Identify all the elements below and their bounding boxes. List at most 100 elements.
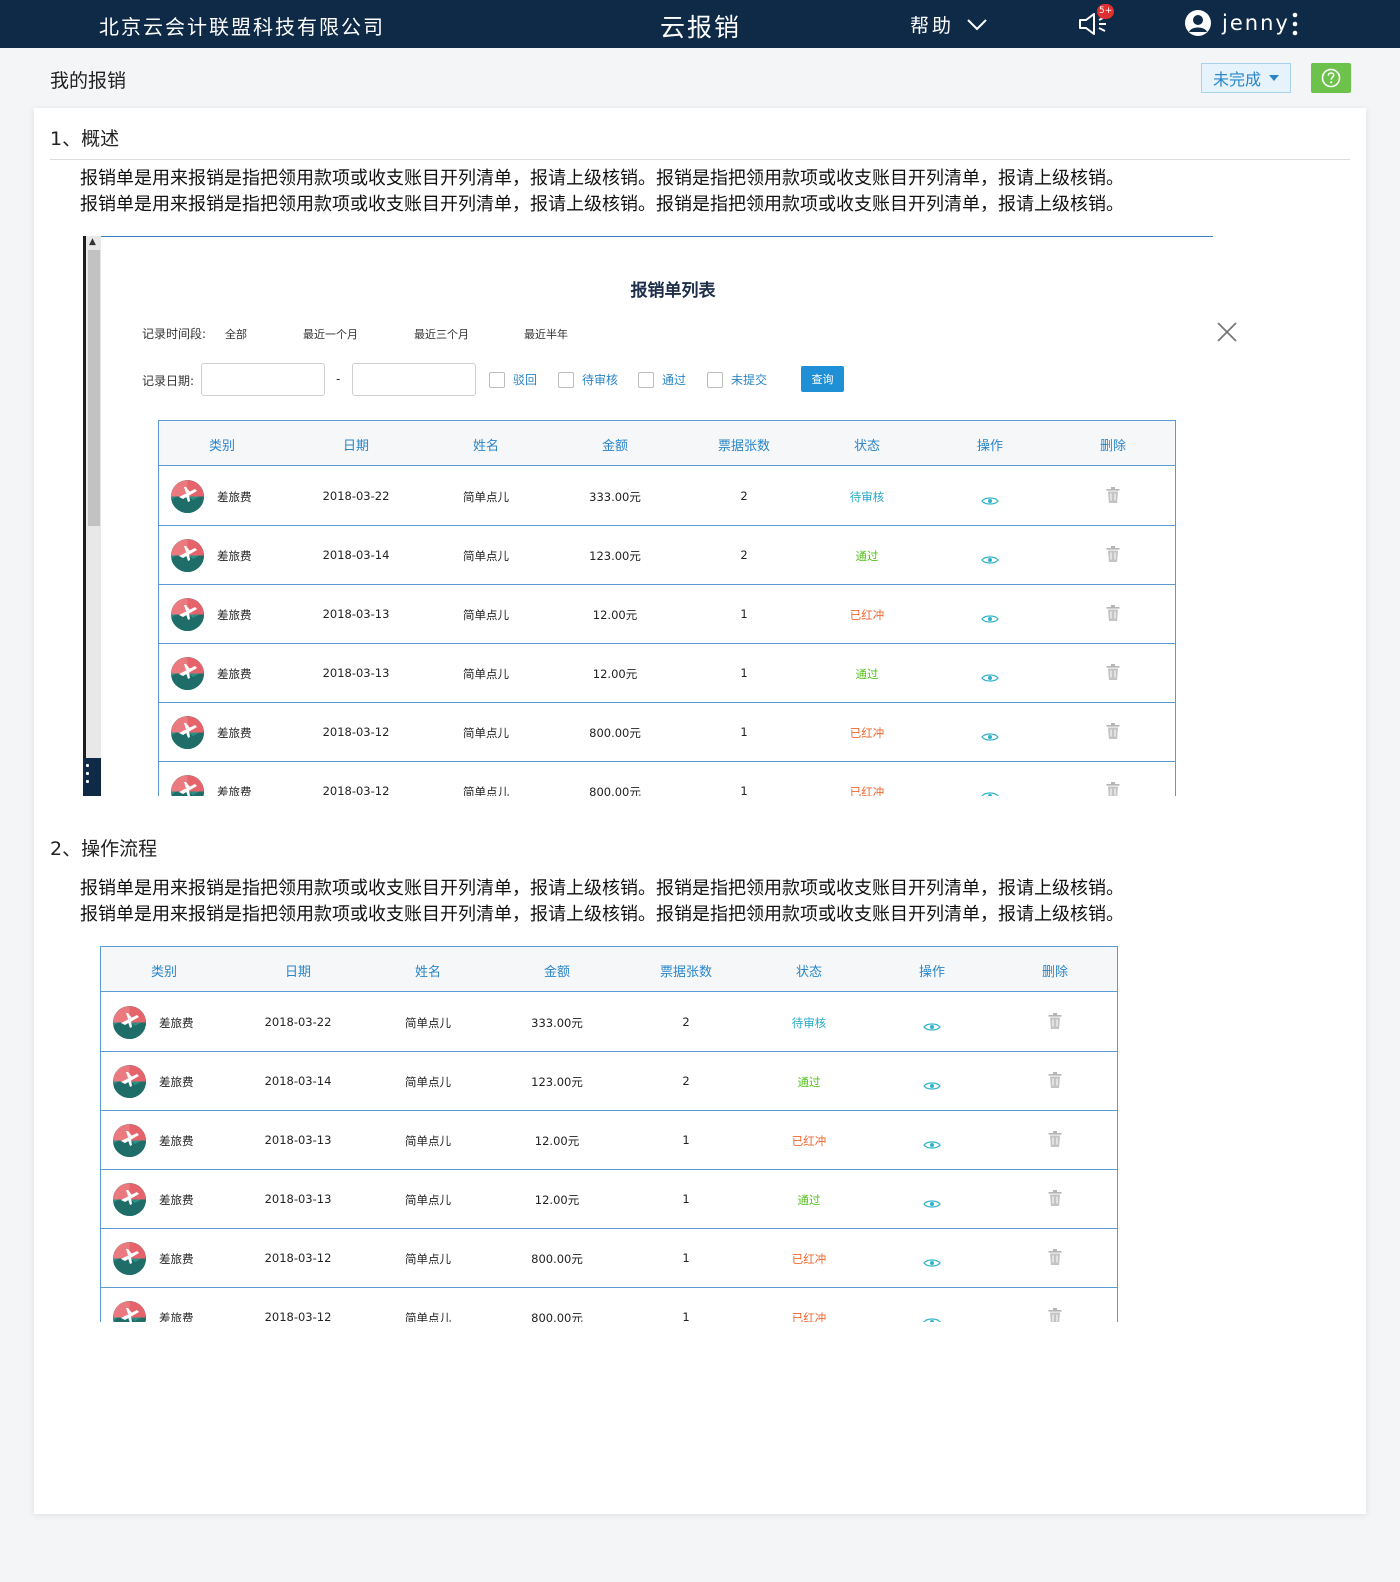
cell-status: 已红冲: [791, 1311, 827, 1322]
cell-date: 2018-03-13: [264, 1192, 332, 1206]
column-header: 删除: [1041, 965, 1069, 980]
delete-trash-icon[interactable]: [1106, 664, 1120, 680]
query-button[interactable]: 查询: [801, 366, 844, 392]
range-3months[interactable]: 最近三个月: [414, 326, 469, 342]
cell-date: 2018-03-22: [322, 489, 390, 503]
cell-count: 2: [682, 1074, 690, 1088]
cell-name: 简单点儿: [405, 1252, 451, 1266]
cell-date: 2018-03-13: [322, 666, 390, 680]
table-row[interactable]: 差旅费 2018-03-12 简单点儿 800.00元 1 已红冲: [101, 1288, 1117, 1322]
paragraph-line: 报销单是用来报销是指把领用款项或收支账目开列清单，报请上级核销。报销是指把领用款…: [80, 878, 1124, 899]
delete-trash-icon[interactable]: [1106, 487, 1120, 503]
cell-status: 已红冲: [849, 726, 885, 740]
table-row[interactable]: 差旅费 2018-03-13 简单点儿 12.00元 1 通过: [101, 1170, 1117, 1229]
delete-trash-icon[interactable]: [1106, 546, 1120, 562]
cell-category: 差旅费: [217, 549, 252, 563]
delete-trash-icon[interactable]: [1106, 605, 1120, 621]
checkbox-rejected[interactable]: 驳回: [489, 371, 537, 388]
travel-icon: [113, 1006, 146, 1039]
checkbox-box[interactable]: [489, 371, 505, 388]
close-icon[interactable]: [1216, 321, 1238, 343]
start-date-input[interactable]: [201, 363, 325, 396]
delete-trash-icon[interactable]: [1048, 1190, 1062, 1206]
list-title: 报销单列表: [630, 281, 716, 301]
delete-trash-icon[interactable]: [1048, 1072, 1062, 1088]
view-eye-icon[interactable]: [923, 1253, 941, 1267]
paragraph-line: 报销单是用来报销是指把领用款项或收支账目开列清单，报请上级核销。报销是指把领用款…: [80, 904, 1124, 925]
status-filter-dropdown[interactable]: 未完成: [1201, 63, 1291, 93]
scrollbar[interactable]: ▲: [83, 236, 101, 796]
view-eye-icon[interactable]: [923, 1312, 941, 1322]
delete-trash-icon[interactable]: [1048, 1308, 1062, 1322]
checkbox-unsubmitted[interactable]: 未提交: [707, 371, 767, 388]
sidebar-handle: [83, 758, 101, 796]
range-all[interactable]: 全部: [225, 326, 247, 342]
more-vertical-icon[interactable]: [1291, 12, 1299, 36]
cell-status: 已红冲: [849, 785, 885, 796]
paragraph-line: 报销单是用来报销是指把领用款项或收支账目开列清单，报请上级核销。报销是指把领用款…: [80, 168, 1124, 189]
delete-trash-icon[interactable]: [1106, 782, 1120, 796]
view-eye-icon[interactable]: [923, 1076, 941, 1090]
process-paragraph: 报销单是用来报销是指把领用款项或收支账目开列清单，报请上级核销。报销是指把领用款…: [80, 876, 1124, 928]
overview-paragraph: 报销单是用来报销是指把领用款项或收支账目开列清单，报请上级核销。报销是指把领用款…: [80, 166, 1124, 218]
view-eye-icon[interactable]: [981, 491, 999, 505]
end-date-input[interactable]: [352, 363, 476, 396]
table-row[interactable]: 差旅费 2018-03-22 简单点儿 333.00元 2 待审核: [101, 993, 1117, 1052]
table-row[interactable]: 差旅费 2018-03-13 简单点儿 12.00元 1 已红冲: [101, 1111, 1117, 1170]
scroll-up-icon[interactable]: ▲: [89, 237, 96, 247]
view-eye-icon[interactable]: [981, 786, 999, 796]
help-menu[interactable]: 帮助: [910, 11, 988, 38]
notification-badge: 5+: [1097, 4, 1115, 19]
range-1month[interactable]: 最近一个月: [303, 326, 358, 342]
screenshot-border: [83, 236, 1213, 237]
delete-trash-icon[interactable]: [1106, 723, 1120, 739]
view-eye-icon[interactable]: [981, 550, 999, 564]
checkbox-approved[interactable]: 通过: [638, 371, 686, 388]
table-row[interactable]: 差旅费 2018-03-22 简单点儿 333.00元 2 待审核: [159, 467, 1175, 526]
checkbox-pending[interactable]: 待审核: [558, 371, 618, 388]
cell-category: 差旅费: [217, 667, 252, 681]
table-row[interactable]: 差旅费 2018-03-12 简单点儿 800.00元 1 已红冲: [159, 703, 1175, 762]
range-halfyear[interactable]: 最近半年: [524, 326, 568, 342]
cell-status: 已红冲: [791, 1134, 827, 1148]
notification-button[interactable]: 5+: [1078, 4, 1115, 38]
delete-trash-icon[interactable]: [1048, 1131, 1062, 1147]
cell-amount: 12.00元: [592, 608, 638, 622]
cell-amount: 800.00元: [589, 785, 641, 796]
cell-name: 简单点儿: [405, 1016, 451, 1030]
cell-status: 通过: [797, 1075, 821, 1089]
cell-category: 差旅费: [159, 1252, 194, 1266]
checkbox-box[interactable]: [558, 371, 574, 388]
table-row[interactable]: 差旅费 2018-03-13 简单点儿 12.00元 1 通过: [159, 644, 1175, 703]
cell-name: 简单点儿: [405, 1193, 451, 1207]
user-menu[interactable]: jenny: [1184, 9, 1290, 37]
delete-trash-icon[interactable]: [1048, 1013, 1062, 1029]
cell-name: 简单点儿: [463, 549, 509, 563]
checkbox-label: 未提交: [731, 373, 768, 387]
checkbox-box[interactable]: [638, 371, 654, 388]
cell-name: 简单点儿: [405, 1075, 451, 1089]
view-eye-icon[interactable]: [923, 1194, 941, 1208]
table-row[interactable]: 差旅费 2018-03-14 简单点儿 123.00元 2 通过: [101, 1052, 1117, 1111]
view-eye-icon[interactable]: [981, 609, 999, 623]
travel-icon: [113, 1183, 146, 1216]
table-row[interactable]: 差旅费 2018-03-13 简单点儿 12.00元 1 已红冲: [159, 585, 1175, 644]
view-eye-icon[interactable]: [923, 1135, 941, 1149]
section-title-process: 2、操作流程: [50, 838, 158, 860]
view-eye-icon[interactable]: [981, 727, 999, 741]
table-row[interactable]: 差旅费 2018-03-12 简单点儿 800.00元 1 已红冲: [159, 762, 1175, 796]
table-header: 类别 日期 姓名 金额 票据张数 状态 操作 删除: [101, 947, 1117, 992]
travel-icon: [113, 1124, 146, 1157]
cell-category: 差旅费: [159, 1075, 194, 1089]
cell-count: 2: [740, 489, 748, 503]
table-row[interactable]: 差旅费 2018-03-14 简单点儿 123.00元 2 通过: [159, 526, 1175, 585]
table-row[interactable]: 差旅费 2018-03-12 简单点儿 800.00元 1 已红冲: [101, 1229, 1117, 1288]
view-eye-icon[interactable]: [923, 1017, 941, 1031]
view-eye-icon[interactable]: [981, 668, 999, 682]
app-title: 云报销: [660, 13, 742, 42]
cell-amount: 333.00元: [589, 490, 641, 504]
delete-trash-icon[interactable]: [1048, 1249, 1062, 1265]
cell-category: 差旅费: [159, 1311, 194, 1322]
checkbox-box[interactable]: [707, 371, 723, 388]
help-button[interactable]: [1311, 63, 1351, 93]
